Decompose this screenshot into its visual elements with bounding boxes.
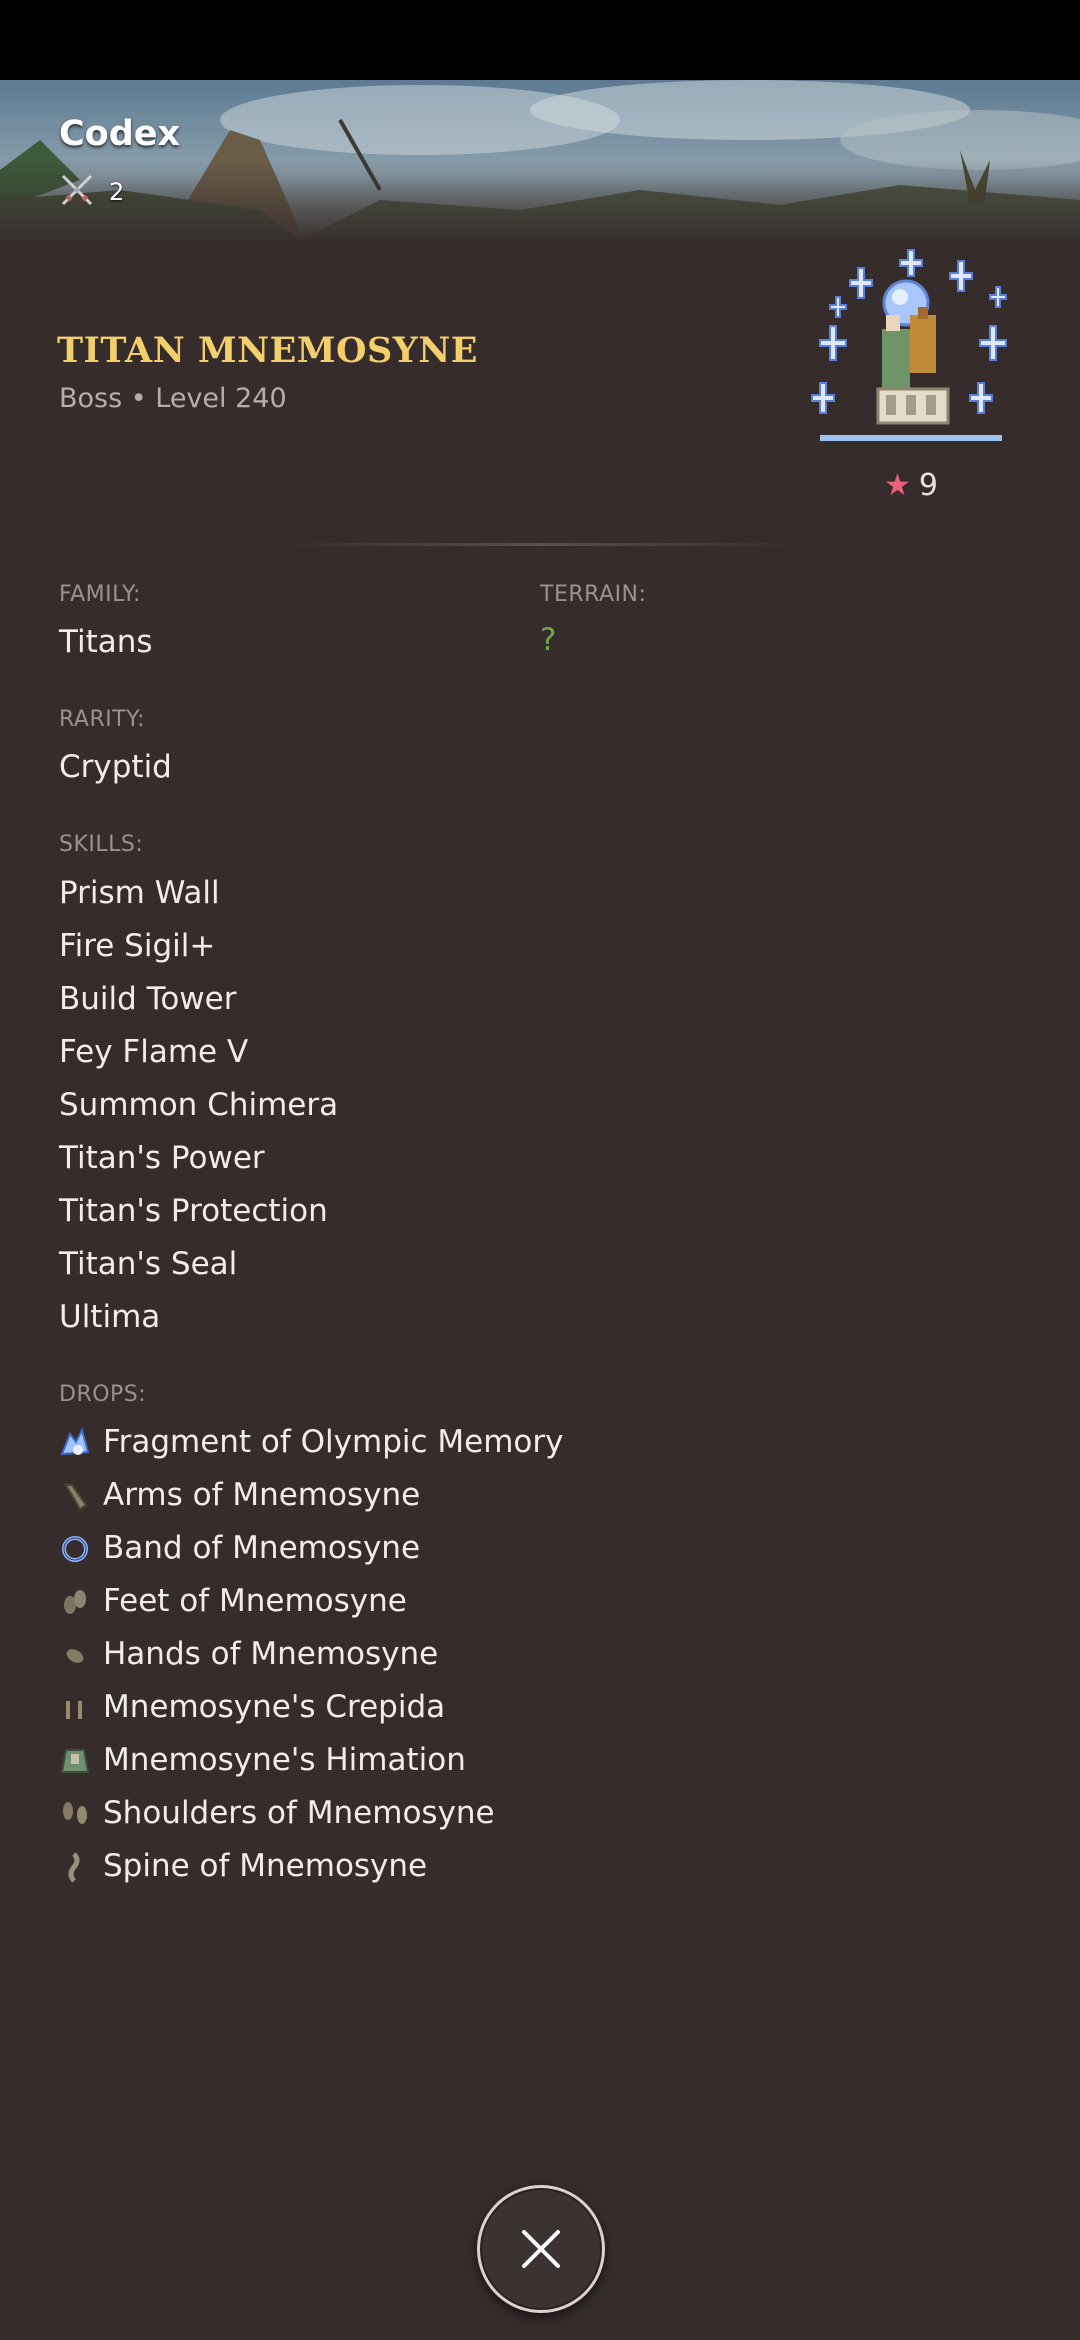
memory-fragment-icon: [57, 1425, 93, 1461]
drop-item-label: Spine of Mnemosyne: [103, 1848, 428, 1884]
drops-label: DROPS:: [59, 1382, 147, 1407]
skill-item: Titan's Seal: [59, 1246, 238, 1282]
header-banner: [0, 80, 1080, 240]
star-icon: ★: [884, 468, 911, 503]
drop-item: Band of Mnemosyne: [57, 1522, 563, 1575]
shoulders-icon: [57, 1796, 93, 1832]
drop-item-label: Feet of Mnemosyne: [103, 1583, 407, 1619]
banner-fade: [0, 160, 1080, 240]
monster-type-level: Boss • Level 240: [59, 383, 287, 414]
drop-item-label: Mnemosyne's Crepida: [103, 1689, 446, 1725]
spine-icon: [57, 1849, 93, 1885]
drop-item-label: Shoulders of Mnemosyne: [103, 1795, 495, 1831]
drop-item: Shoulders of Mnemosyne: [57, 1787, 563, 1840]
feet-icon: [57, 1584, 93, 1620]
skill-item: Prism Wall: [59, 875, 220, 911]
drop-item-label: Mnemosyne's Himation: [103, 1742, 466, 1778]
owned-count: 2: [59, 174, 124, 210]
rarity-value: Cryptid: [59, 749, 172, 785]
drop-item: Fragment of Olympic Memory: [57, 1416, 563, 1469]
drop-item: Hands of Mnemosyne: [57, 1628, 563, 1681]
terrain-label: TERRAIN:: [540, 582, 647, 607]
drop-item: Spine of Mnemosyne: [57, 1840, 563, 1893]
close-button[interactable]: [477, 2185, 605, 2313]
skill-item: Fire Sigil+: [59, 928, 216, 964]
skill-item: Summon Chimera: [59, 1087, 339, 1123]
star-rating-value: 9: [918, 468, 938, 503]
skill-item: Titan's Protection: [59, 1193, 328, 1229]
drop-item-label: Hands of Mnemosyne: [103, 1636, 439, 1672]
monster-sprite: [800, 245, 1022, 465]
arms-icon: [57, 1478, 93, 1514]
page-title: Codex: [59, 114, 181, 154]
crossed-swords-icon: [59, 172, 95, 212]
drop-item: Arms of Mnemosyne: [57, 1469, 563, 1522]
star-rating: ★ 9: [884, 468, 938, 503]
drop-item: Mnemosyne's Himation: [57, 1734, 563, 1787]
divider: [280, 543, 800, 546]
drop-item: Feet of Mnemosyne: [57, 1575, 563, 1628]
drop-item-label: Band of Mnemosyne: [103, 1530, 421, 1566]
skill-item: Fey Flame V: [59, 1034, 249, 1070]
drop-item: Mnemosyne's Crepida: [57, 1681, 563, 1734]
owned-count-value: 2: [109, 178, 125, 206]
monster-name: TITAN MNEMOSYNE: [57, 330, 478, 371]
skills-label: SKILLS:: [59, 832, 144, 857]
drop-item-label: Fragment of Olympic Memory: [103, 1424, 564, 1460]
skills-list: Prism Wall Fire Sigil+ Build Tower Fey Flam…: [59, 867, 338, 1344]
status-bar: [0, 0, 1080, 80]
himation-icon: [57, 1743, 93, 1779]
ring-icon: [57, 1531, 93, 1567]
family-value: Titans: [59, 624, 153, 660]
skill-item: Build Tower: [59, 981, 237, 1017]
hands-icon: [57, 1637, 93, 1673]
close-icon: [522, 2230, 560, 2268]
skill-item: Titan's Power: [59, 1140, 265, 1176]
crepida-icon: [57, 1690, 93, 1726]
terrain-value: ?: [540, 622, 557, 658]
family-label: FAMILY:: [59, 582, 141, 607]
drops-list: Fragment of Olympic Memory Arms of Mnemos…: [57, 1416, 563, 1893]
codex-detail-screen: Codex 2 TITAN MNEMOSYNE Boss • Level 240: [0, 80, 1080, 2340]
rarity-label: RARITY:: [59, 707, 146, 732]
skill-item: Ultima: [59, 1299, 161, 1335]
drop-item-label: Arms of Mnemosyne: [103, 1477, 421, 1513]
